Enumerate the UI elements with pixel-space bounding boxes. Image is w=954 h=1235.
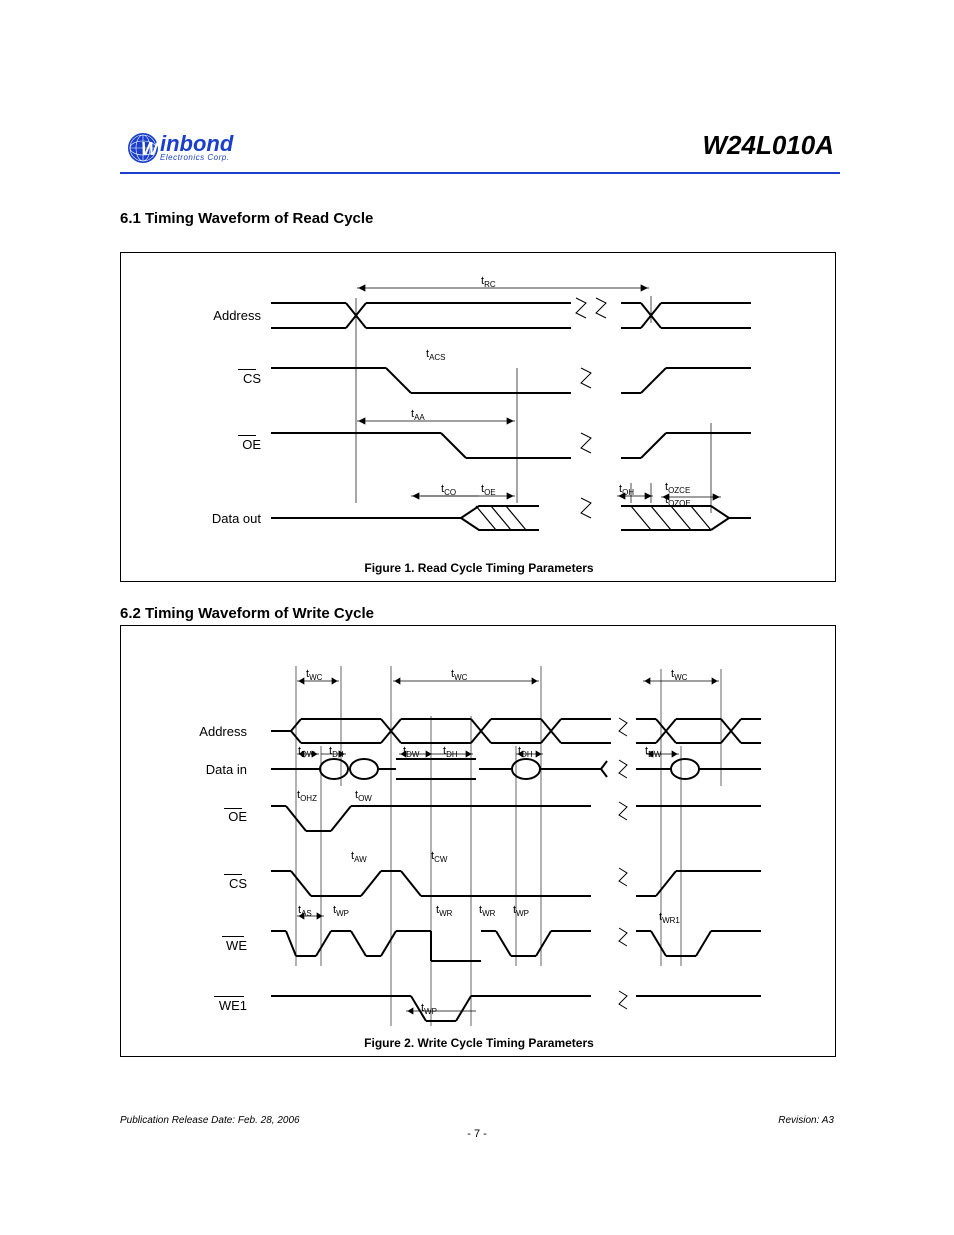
t-dh3: tDH: [518, 745, 533, 759]
overbar-icon: [238, 369, 256, 370]
t-ow: tOW: [355, 789, 372, 803]
signal-cs: CS: [131, 371, 261, 386]
timing-diagram-read: Address CS OE Data out tRC tACS tAA tCO …: [120, 252, 836, 582]
overbar-icon: [224, 808, 242, 809]
t-aw: tAW: [351, 850, 367, 864]
signal-address: Address: [131, 308, 261, 323]
t-ozoe: tOZOE: [665, 494, 691, 508]
overbar-icon: [214, 996, 244, 997]
t-wr2: tWR: [479, 904, 495, 918]
t-rc: tRC: [481, 275, 496, 289]
signal-cs2: CS: [117, 876, 247, 891]
figure1-caption: Figure 1. Read Cycle Timing Parameters: [229, 561, 729, 575]
t-wr: tWR: [436, 904, 452, 918]
t-dh: tDH: [329, 745, 344, 759]
t-wc2: tWC: [451, 668, 467, 682]
footer-left: Publication Release Date: Feb. 28, 2006: [120, 1115, 300, 1126]
t-oh: tOH: [619, 483, 634, 497]
signal-datain: Data in: [117, 762, 247, 777]
logo-text: inbond: [160, 134, 233, 154]
overbar-icon: [238, 435, 256, 436]
header-divider: [120, 172, 840, 174]
footer-right: Revision: A3: [778, 1115, 834, 1126]
part-number: W24L010A: [703, 130, 835, 161]
t-aa: tAA: [411, 408, 425, 422]
t-ohz: tOHZ: [297, 789, 317, 803]
t-cw: tCW: [431, 850, 447, 864]
t-wc3: tWC: [671, 668, 687, 682]
t-wp2: tWP: [513, 904, 529, 918]
signal-dataout: Data out: [131, 511, 261, 526]
figure2-caption: Figure 2. Write Cycle Timing Parameters: [229, 1036, 729, 1050]
t-as: tAS: [298, 904, 312, 918]
logo-sub: Electronics Corp.: [160, 153, 233, 162]
t-wp: tWP: [333, 904, 349, 918]
brand-logo: W inbond Electronics Corp.: [128, 133, 233, 163]
t-dw3: tDW: [645, 745, 661, 759]
signal-oe2: OE: [117, 809, 247, 824]
section-title-read: 6.1 Timing Waveform of Read Cycle: [120, 210, 373, 227]
overbar-icon: [224, 874, 242, 875]
t-dh2: tDH: [443, 745, 458, 759]
timing-diagram-write: Address Data in OE CS WE WE1 tWC tWC tWC…: [120, 625, 836, 1057]
section-title-write: 6.2 Timing Waveform of Write Cycle: [120, 605, 374, 622]
t-oe: tOE: [481, 483, 496, 497]
t-acs: tACS: [426, 348, 446, 362]
t-wr1: tWR1: [659, 911, 680, 925]
t-dw2: tDW: [403, 745, 419, 759]
signal-we1: WE1: [117, 998, 247, 1013]
svg-text:W: W: [141, 139, 158, 159]
t-dw: tDW: [298, 745, 314, 759]
signal-we: WE: [117, 938, 247, 953]
t-wc: tWC: [306, 668, 322, 682]
t-co: tCO: [441, 483, 456, 497]
signal-address2: Address: [117, 724, 247, 739]
signal-oe: OE: [131, 437, 261, 452]
t-wp3: tWP: [421, 1002, 437, 1016]
globe-icon: W: [128, 133, 158, 163]
overbar-icon: [222, 936, 244, 937]
footer-center: - 7 -: [467, 1128, 487, 1140]
